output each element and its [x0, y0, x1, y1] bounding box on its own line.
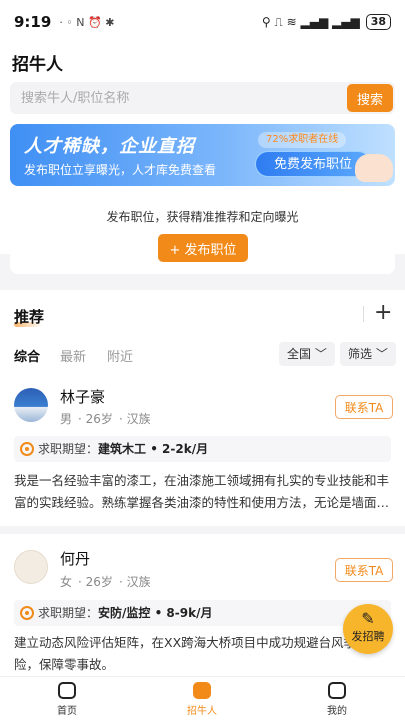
job-expectation: 求职期望：安防/监控 • 8-9k/月	[14, 600, 391, 626]
contact-button[interactable]: 联系TA	[335, 558, 393, 582]
candidate-name: 何丹	[60, 550, 91, 568]
target-icon	[20, 442, 34, 456]
tab-recruit[interactable]: 招牛人	[162, 677, 242, 720]
fab-label: 发招聘	[351, 630, 385, 643]
tab-home-label: 首页	[57, 706, 77, 717]
free-post-job-button[interactable]: 免费发布职位	[255, 151, 371, 177]
banner-title: 人才稀缺，企业直招	[24, 136, 195, 157]
expect-value: 安防/监控 • 8-9k/月	[98, 606, 213, 620]
tab-home[interactable]: 首页	[27, 677, 107, 720]
avatar	[14, 388, 48, 422]
page-title: 招牛人	[12, 55, 63, 75]
ethnicity: 汉族	[126, 575, 151, 589]
filter-dropdown[interactable]: 筛选 ﹀	[340, 342, 396, 366]
candidate-name: 林子豪	[60, 388, 106, 406]
person-icon	[193, 682, 211, 699]
tab-mine-label: 我的	[327, 706, 347, 717]
publish-job-button[interactable]: + 发布职位	[158, 234, 248, 262]
card-separator	[0, 526, 405, 534]
search-input[interactable]	[10, 82, 340, 114]
banner-badge: 72%求职者在线	[258, 132, 347, 148]
gender: 女	[60, 575, 73, 589]
expect-value: 建筑木工 • 2-2k/月	[98, 442, 209, 456]
bottom-tabbar: 首页 招牛人 我的	[0, 676, 405, 720]
tab-recruit-label: 招牛人	[187, 706, 217, 717]
battery-icon: 38	[365, 14, 391, 30]
expect-label: 求职期望：	[38, 606, 99, 620]
status-bar: 9:19 · ◦ N ⏰ ✱ ⚲ ⎍ ≋ ▂▄▆ ▂▄▆ 38	[0, 0, 405, 44]
age: 26岁	[85, 575, 113, 589]
status-time: 9:19	[14, 13, 52, 31]
expect-label: 求职期望：	[38, 442, 99, 456]
search-bar: 搜索	[10, 82, 395, 114]
system-icons: ⚲ ⎍ ≋ ▂▄▆ ▂▄▆ 38	[262, 14, 391, 30]
publish-card: 发布职位，获得精准推荐和定向曝光 + 发布职位	[10, 196, 395, 274]
candidate-meta: 女 · 26岁 · 汉族	[60, 575, 151, 589]
tab-mine[interactable]: 我的	[297, 677, 377, 720]
publish-hint: 发布职位，获得精准推荐和定向曝光	[106, 210, 299, 224]
tab-nearby[interactable]: 附近	[107, 346, 133, 365]
signal-wifi-icons: ⚲ ⎍ ≋ ▂▄▆ ▂▄▆	[261, 14, 360, 29]
hand-pointer-icon	[355, 154, 393, 182]
home-icon	[58, 682, 76, 699]
job-expectation: 求职期望：建筑木工 • 2-2k/月	[14, 436, 391, 462]
contact-button[interactable]: 联系TA	[335, 395, 393, 419]
candidate-description: 我是一名经验丰富的漆工，在油漆施工领域拥有扎实的专业技能和丰富的实践经验。熟练掌…	[14, 473, 390, 510]
profile-icon	[328, 682, 346, 699]
tab-latest[interactable]: 最新	[60, 346, 86, 365]
age: 26岁	[85, 412, 113, 426]
candidate-description: 建立动态风险评估矩阵，在XX跨海大桥项目中成功规避台风季节风险，保障零事故。	[14, 635, 382, 672]
recommend-title: 推荐	[14, 308, 45, 326]
search-button[interactable]: 搜索	[347, 84, 393, 112]
tab-comprehensive[interactable]: 综合	[14, 346, 40, 365]
banner-subtitle: 发布职位立享曝光，人才库免费查看	[24, 163, 217, 177]
avatar	[14, 550, 48, 584]
add-icon[interactable]: +	[374, 300, 392, 326]
post-job-fab[interactable]: ✎ 发招聘	[343, 604, 393, 654]
candidate-card[interactable]: 林子豪 男 · 26岁 · 汉族 联系TA 求职期望：建筑木工 • 2-2k/月 我…	[0, 380, 405, 520]
ethnicity: 汉族	[126, 412, 151, 426]
gender: 男	[60, 412, 73, 426]
region-filter[interactable]: 全国 ﹀	[279, 342, 335, 366]
candidate-meta: 男 · 26岁 · 汉族	[60, 412, 151, 426]
target-icon	[20, 606, 34, 620]
notification-icons: · ◦ N ⏰ ✱	[59, 15, 115, 29]
divider	[363, 306, 364, 322]
pen-icon: ✎	[361, 609, 375, 628]
promo-banner[interactable]: 人才稀缺，企业直招 发布职位立享曝光，人才库免费查看 72%求职者在线 免费发布…	[10, 124, 395, 186]
